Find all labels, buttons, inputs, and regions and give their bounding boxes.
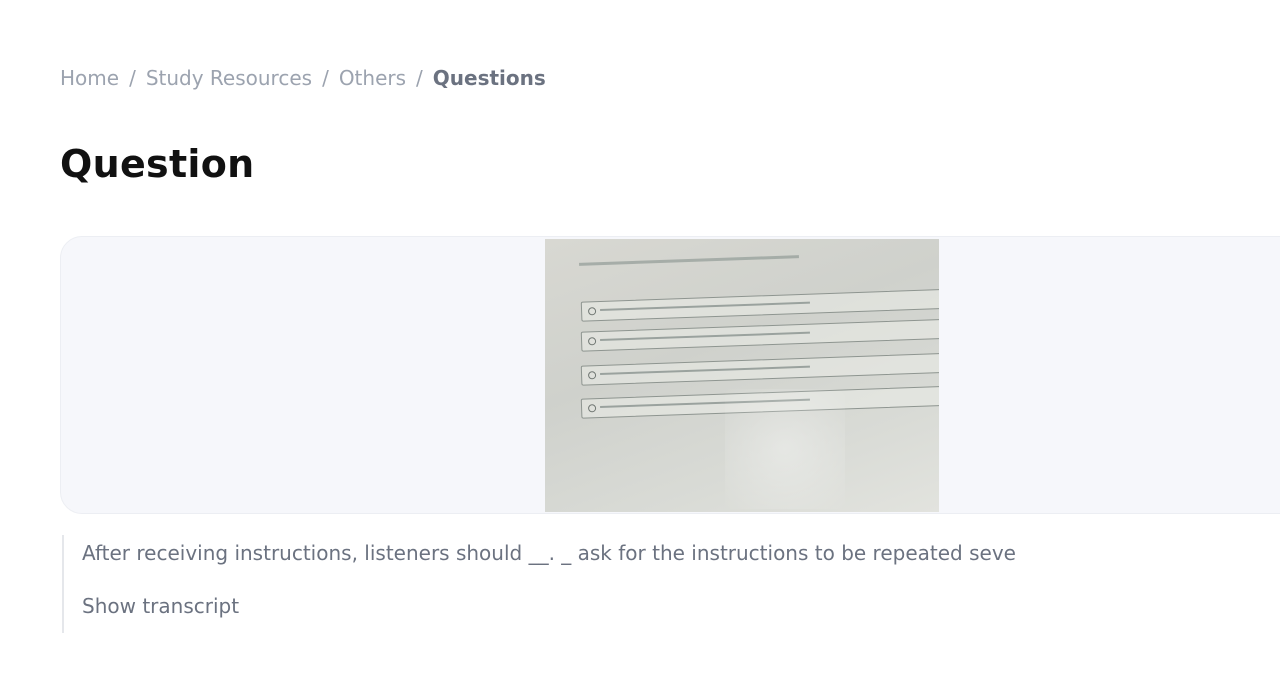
breadcrumb-study-resources-link[interactable]: Study Resources bbox=[146, 64, 312, 92]
question-photo[interactable] bbox=[545, 239, 939, 512]
breadcrumb-current: Questions bbox=[432, 66, 546, 90]
breadcrumb-home-link[interactable]: Home bbox=[60, 64, 119, 92]
transcript-text: After receiving instructions, listeners … bbox=[82, 541, 1016, 565]
photo-option bbox=[580, 352, 939, 386]
breadcrumb-others-link[interactable]: Others bbox=[339, 64, 406, 92]
photo-question-text-line bbox=[579, 255, 799, 266]
question-media-card bbox=[60, 236, 1280, 514]
breadcrumb-separator: / bbox=[416, 66, 423, 90]
breadcrumb-separator: / bbox=[129, 66, 136, 90]
breadcrumb: Home / Study Resources / Others / Questi… bbox=[60, 64, 546, 92]
breadcrumb-separator: / bbox=[322, 66, 329, 90]
transcript-block: After receiving instructions, listeners … bbox=[62, 535, 1280, 633]
page: Home / Study Resources / Others / Questi… bbox=[0, 0, 1280, 700]
photo-option bbox=[580, 288, 939, 322]
photo-option bbox=[580, 318, 939, 352]
show-transcript-link[interactable]: Show transcript bbox=[82, 592, 239, 620]
photo-glare bbox=[725, 389, 845, 509]
page-title: Question bbox=[60, 142, 255, 186]
